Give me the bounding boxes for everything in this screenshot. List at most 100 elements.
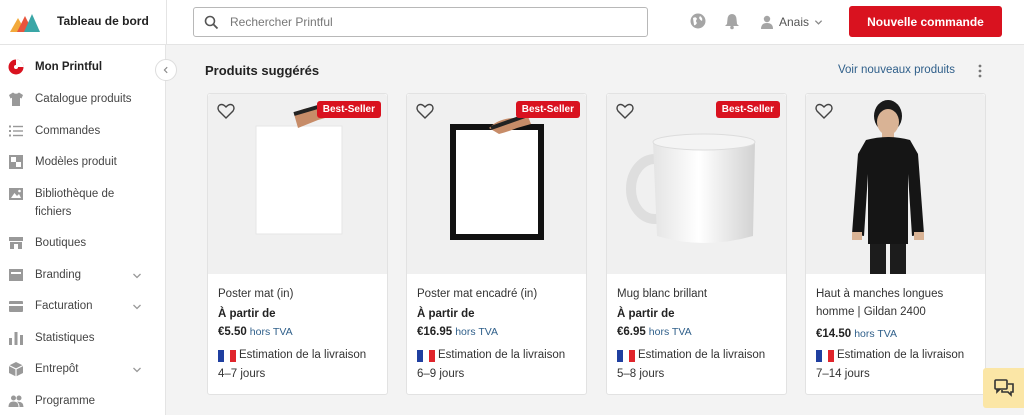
sidebar-item-label: Boutiques: [35, 237, 87, 249]
chat-support-button[interactable]: [983, 368, 1024, 408]
bar-chart-icon: [9, 332, 23, 345]
product-card[interactable]: Best-Seller Poster mat (in) À partir de …: [207, 93, 388, 395]
top-header: Tableau de bord Anais Nouvelle commande: [0, 0, 1024, 45]
chevron-down-icon: [814, 19, 823, 25]
tax-label: hors TVA: [249, 326, 293, 338]
price-from-label: À partir de: [617, 308, 675, 320]
heart-icon[interactable]: [416, 103, 434, 119]
chevron-down-icon: [133, 273, 141, 279]
sidebar-item-label: Programme: [35, 395, 96, 407]
product-image[interactable]: [806, 94, 985, 274]
france-flag-icon: [617, 350, 635, 362]
shipping-days: 5–8 jours: [617, 368, 665, 380]
heart-icon[interactable]: [616, 103, 634, 119]
store-icon: [9, 237, 23, 249]
user-menu[interactable]: Anais: [760, 13, 823, 31]
product-card[interactable]: Haut à manches longues homme | Gildan 24…: [805, 93, 986, 395]
heart-icon[interactable]: [815, 103, 833, 119]
shipping-estimate-label: Estimation de la livraison: [638, 349, 766, 361]
best-seller-badge: Best-Seller: [316, 101, 381, 118]
mug-image: [626, 133, 756, 243]
sidebar-item-label: Modèles produit: [35, 156, 117, 168]
product-name[interactable]: Poster mat (in): [218, 285, 378, 303]
chat-icon: [993, 379, 1014, 397]
sidebar-item-bibliotheque[interactable]: Bibliothèque de fichiers: [0, 185, 165, 223]
header-divider: [166, 0, 167, 45]
product-name[interactable]: Poster mat encadré (in): [417, 285, 577, 303]
best-seller-badge: Best-Seller: [715, 101, 780, 118]
chevron-left-icon: [163, 66, 168, 74]
shipping-estimate-label: Estimation de la livraison: [837, 349, 965, 361]
search-bar[interactable]: [193, 7, 648, 37]
bell-icon[interactable]: [723, 12, 741, 30]
chevron-down-icon: [133, 304, 141, 310]
globe-icon[interactable]: [689, 12, 707, 30]
sidebar-item-label: Facturation: [35, 300, 93, 312]
france-flag-icon: [417, 350, 435, 362]
new-order-button[interactable]: Nouvelle commande: [849, 6, 1002, 37]
page-title: Tableau de bord: [57, 14, 149, 28]
more-options-icon[interactable]: [975, 63, 985, 79]
printful-logo-icon[interactable]: [10, 12, 40, 32]
framed-poster-image: [450, 114, 544, 240]
shipping-estimate-label: Estimation de la livraison: [239, 349, 367, 361]
user-avatar-icon: [761, 15, 773, 29]
product-image[interactable]: Best-Seller: [407, 94, 586, 274]
sidebar-item-label: Branding: [35, 269, 82, 281]
sidebar-collapse-button[interactable]: [155, 59, 177, 81]
sidebar-item-programme[interactable]: Programme: [0, 392, 165, 412]
heart-icon[interactable]: [217, 103, 235, 119]
sidebar-item-statistiques[interactable]: Statistiques: [0, 329, 165, 349]
sidebar-item-facturation[interactable]: Facturation: [0, 297, 165, 317]
people-icon: [8, 395, 24, 407]
france-flag-icon: [816, 350, 834, 362]
product-image[interactable]: Best-Seller: [208, 94, 387, 274]
sidebar: Mon Printful Catalogue produits Commande…: [0, 45, 166, 415]
product-price: €5.50: [218, 326, 247, 338]
product-name[interactable]: Haut à manches longues homme | Gildan 24…: [816, 285, 976, 321]
sidebar-item-label: Statistiques: [35, 332, 95, 344]
product-card[interactable]: Best-Seller Mug blanc brillant À partir …: [606, 93, 787, 395]
sidebar-item-label: Mon Printful: [35, 61, 103, 73]
shipping-estimate-label: Estimation de la livraison: [438, 349, 566, 361]
tax-label: hors TVA: [648, 326, 692, 338]
branding-icon: [9, 269, 23, 281]
product-price: €16.95: [417, 326, 453, 338]
price-row: €16.95 hors TVA: [417, 326, 498, 338]
user-name: Anais: [779, 15, 810, 29]
sidebar-item-label: Entrepôt: [35, 363, 79, 375]
france-flag-icon: [218, 350, 236, 362]
price-row: €14.50 hors TVA: [816, 328, 897, 340]
tshirt-icon: [9, 92, 23, 106]
sidebar-item-commandes[interactable]: Commandes: [0, 122, 165, 142]
see-new-products-link[interactable]: Voir nouveaux produits: [838, 64, 955, 76]
sidebar-item-entrepot[interactable]: Entrepôt: [0, 360, 165, 380]
shipping-days: 6–9 jours: [417, 368, 465, 380]
chevron-down-icon: [133, 367, 141, 373]
sidebar-item-modeles[interactable]: Modèles produit: [0, 153, 165, 173]
product-image[interactable]: Best-Seller: [607, 94, 786, 274]
price-row: €6.95 hors TVA: [617, 326, 692, 338]
sidebar-item-mon-printful[interactable]: Mon Printful: [0, 58, 165, 78]
long-sleeve-shirt-image: [852, 100, 924, 274]
search-input[interactable]: [230, 13, 630, 31]
sidebar-item-label: Bibliothèque de fichiers: [35, 188, 115, 218]
template-icon: [9, 155, 23, 169]
best-seller-badge: Best-Seller: [515, 101, 580, 118]
tax-label: hors TVA: [854, 328, 897, 340]
product-price: €14.50: [816, 328, 852, 340]
search-icon: [204, 15, 219, 30]
tax-label: hors TVA: [455, 326, 498, 338]
list-icon: [9, 125, 23, 137]
shipping-days: 4–7 jours: [218, 368, 266, 380]
sidebar-item-branding[interactable]: Branding: [0, 266, 165, 286]
printful-logo-icon: [8, 59, 24, 75]
credit-card-icon: [9, 301, 23, 312]
price-from-label: À partir de: [218, 308, 276, 320]
product-price: €6.95: [617, 326, 646, 338]
sidebar-item-catalogue[interactable]: Catalogue produits: [0, 90, 165, 110]
sidebar-item-boutiques[interactable]: Boutiques: [0, 234, 165, 254]
box-icon: [8, 362, 24, 377]
product-name[interactable]: Mug blanc brillant: [617, 285, 777, 303]
product-card[interactable]: Best-Seller Poster mat encadré (in) À pa…: [406, 93, 587, 395]
